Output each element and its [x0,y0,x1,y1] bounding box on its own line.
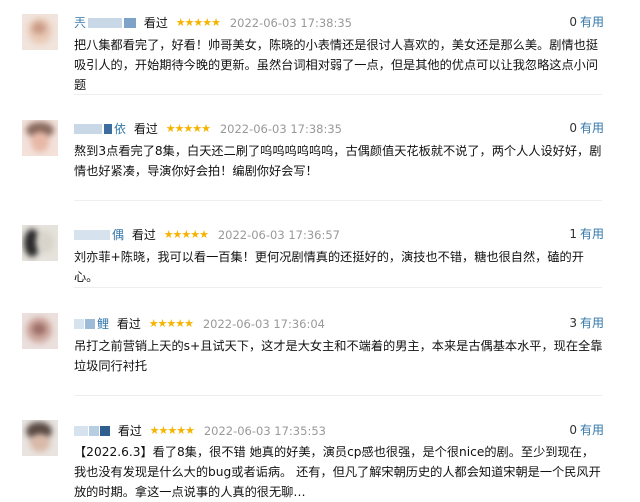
watched-status: 看过 [117,423,142,438]
blurred-username [88,17,123,28]
review-time: 2022-06-03 17:36:04 [202,316,325,331]
review-content: 吊打之前营销上天的s+且试天下，这才是大女主和不端着的男主，本来是古偶基本水平，… [74,339,603,373]
blurred-username [89,425,99,436]
review-content: 熬到3点看完了8集，白天还二刷了呜呜呜呜呜呜，古偶颜值天花板就不说了，两个人人设… [74,144,602,178]
divider [74,395,602,396]
divider [74,200,602,201]
rating-stars: ★★★★★ [163,227,209,241]
username-link[interactable]: 鲤 [97,315,109,333]
rating-stars: ★★★★★ [149,423,195,437]
useful-count: 1 [569,227,577,241]
useful-count: 0 [569,15,577,29]
useful-button[interactable]: 有用 [580,423,604,437]
useful-vote: 0 有用 [569,421,604,439]
blurred-username [104,123,112,134]
review-content: 【2022.6.3】看了8集，很不错 她真的好美，演员cp感也很强，是个很nic… [74,445,601,499]
review-meta: 鲤 看过 ★★★★★ 2022-06-03 17:36:04 [74,314,325,332]
blurred-username [74,318,84,329]
watched-status: 看过 [116,316,141,331]
useful-count: 3 [569,316,577,330]
useful-vote: 3 有用 [569,314,604,332]
useful-button[interactable]: 有用 [580,316,604,330]
review-content: 刘亦菲+陈晓，我可以看一百集！更何况剧情真的还挺好的，演技也不错，糖也很自然，磕… [74,250,584,284]
avatar[interactable] [22,120,58,156]
useful-vote: 0 有用 [569,119,604,137]
useful-button[interactable]: 有用 [580,121,604,135]
username-link[interactable]: 兲 [74,14,86,32]
useful-vote: 1 有用 [569,225,604,243]
review-time: 2022-06-03 17:36:57 [217,227,340,242]
avatar[interactable] [22,225,58,261]
review-content: 把八集都看完了，好看！帅哥美女，陈晓的小表情还是很讨人喜欢的，美女还是那么美。剧… [74,38,599,92]
review-meta: 依 看过 ★★★★★ 2022-06-03 17:38:35 [74,119,342,137]
blurred-username [74,229,110,240]
review-meta: 兲 看过 ★★★★★ 2022-06-03 17:38:35 [74,13,352,31]
useful-button[interactable]: 有用 [580,15,604,29]
watched-status: 看过 [143,15,168,30]
watched-status: 看过 [131,227,156,242]
blurred-username [74,123,102,134]
avatar[interactable] [22,313,58,349]
useful-vote: 0 有用 [569,13,604,31]
rating-stars: ★★★★★ [165,121,211,135]
username-link[interactable]: 偶 [112,226,124,244]
useful-count: 0 [569,423,577,437]
blurred-username [124,17,137,28]
blurred-username [74,425,88,436]
username-link[interactable]: 依 [114,120,126,138]
review-meta: 看过 ★★★★★ 2022-06-03 17:35:53 [74,421,326,439]
review-time: 2022-06-03 17:38:35 [229,15,352,30]
avatar[interactable] [22,420,58,456]
rating-stars: ★★★★★ [148,316,194,330]
divider [74,287,602,288]
blurred-username [100,425,110,436]
review-time: 2022-06-03 17:38:35 [219,121,342,136]
blurred-username [85,318,95,329]
rating-stars: ★★★★★ [175,15,221,29]
avatar[interactable] [22,14,58,50]
review-meta: 偶 看过 ★★★★★ 2022-06-03 17:36:57 [74,225,340,243]
useful-count: 0 [569,121,577,135]
watched-status: 看过 [133,121,158,136]
divider [74,94,602,95]
useful-button[interactable]: 有用 [580,227,604,241]
review-time: 2022-06-03 17:35:53 [203,423,326,438]
